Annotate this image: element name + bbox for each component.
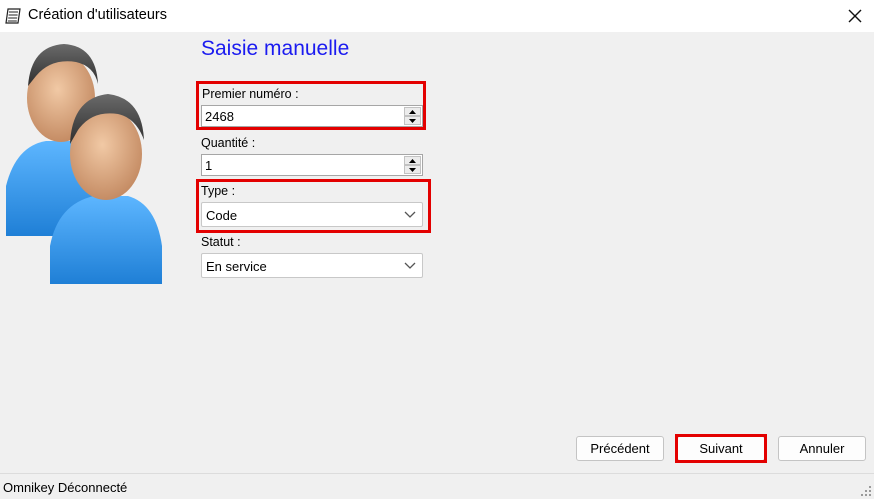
quantite-spinbox[interactable]: 1 [201, 154, 423, 176]
chevron-down-icon [404, 262, 416, 269]
arrow-up-icon [409, 158, 416, 163]
close-button[interactable] [842, 4, 868, 28]
premier-numero-value: 2468 [205, 109, 234, 124]
spin-down-button[interactable] [404, 116, 421, 125]
window-title: Création d'utilisateurs [28, 7, 167, 23]
spin-up-button[interactable] [404, 107, 421, 116]
statut-value: En service [206, 259, 267, 274]
spin-up-button[interactable] [404, 156, 421, 165]
arrow-down-icon [409, 118, 416, 123]
type-select[interactable]: Code [201, 202, 423, 227]
arrow-up-icon [409, 109, 416, 114]
chevron-down-icon [404, 211, 416, 218]
arrow-down-icon [409, 167, 416, 172]
status-text: Omnikey Déconnecté [3, 480, 128, 495]
notepad-icon [4, 7, 22, 25]
resize-grip-icon[interactable] [860, 485, 872, 497]
quantite-value: 1 [205, 158, 213, 173]
next-button[interactable]: Suivant [677, 436, 765, 461]
close-icon [848, 9, 862, 23]
premier-numero-spinbox[interactable]: 2468 [201, 105, 423, 127]
type-label: Type : [201, 184, 236, 198]
type-value: Code [206, 208, 238, 223]
page-title: Saisie manuelle [201, 37, 350, 60]
quantite-label: Quantité : [201, 136, 256, 150]
premier-numero-label: Premier numéro : [202, 87, 299, 101]
cancel-button[interactable]: Annuler [778, 436, 866, 461]
previous-button[interactable]: Précédent [576, 436, 664, 461]
title-bar: Création d'utilisateurs [0, 0, 874, 32]
statut-select[interactable]: En service [201, 253, 423, 278]
users-illustration [6, 36, 166, 286]
status-bar: Omnikey Déconnecté [0, 473, 874, 499]
statut-label: Statut : [201, 235, 241, 249]
spin-down-button[interactable] [404, 165, 421, 174]
